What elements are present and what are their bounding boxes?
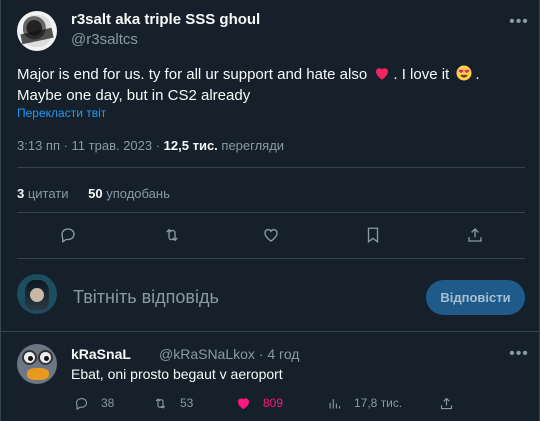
tweet-actions <box>1 222 540 248</box>
bookmark-icon[interactable] <box>361 222 385 248</box>
quotes-label: цитати <box>24 186 69 201</box>
comment-reply-button[interactable]: 38 <box>74 394 114 412</box>
comment-text: Ebat, oni prosto begaut v aeroport <box>71 366 283 382</box>
tweet-text-part: . I love it <box>393 66 454 83</box>
retweet-icon[interactable] <box>160 222 184 248</box>
comment-retweet-count: 53 <box>180 396 194 410</box>
tweet-stats: 3 цитати 50 уподобань <box>17 186 186 201</box>
views-label: перегляди <box>217 138 285 153</box>
tweet-timestamp[interactable]: 3:13 пп · 11 трав. 2023 · <box>17 138 164 153</box>
reply-icon <box>75 397 88 410</box>
commenter-handle-time[interactable]: @kRaSNaLkox · 4 год <box>159 346 299 362</box>
quotes-stat[interactable]: 3 цитати <box>17 186 69 201</box>
red-heart-emoji-icon <box>376 68 389 80</box>
author-handle[interactable]: @r3saltcs <box>71 31 138 48</box>
more-icon[interactable]: ••• <box>509 344 529 364</box>
comment-views-count: 17,8 тис. <box>354 396 403 410</box>
share-icon[interactable] <box>463 222 487 248</box>
current-user-avatar[interactable] <box>17 274 57 314</box>
likes-label: уподобань <box>102 186 170 201</box>
comment-reply-count: 38 <box>101 396 115 410</box>
likes-count: 50 <box>88 186 103 201</box>
comment-like-count: 809 <box>263 396 284 410</box>
comment-retweet-button[interactable]: 53 <box>153 394 193 412</box>
comment-share-button[interactable] <box>439 394 466 412</box>
like-icon <box>237 398 250 409</box>
comment-like-button[interactable]: 809 <box>236 394 283 412</box>
views-icon <box>329 398 341 408</box>
author-avatar[interactable] <box>17 11 57 51</box>
tweet-meta: 3:13 пп · 11 трав. 2023 · 12,5 тис. пере… <box>17 138 284 153</box>
comment-actions: 38 53 809 17,8 тис. <box>1 394 540 412</box>
like-icon[interactable] <box>259 222 283 248</box>
divider <box>1 331 540 332</box>
heart-eyes-emoji-icon <box>456 65 472 81</box>
translate-tweet-link[interactable]: Перекласти твіт <box>17 106 106 120</box>
tweet-text: Major is end for us. ty for all ur suppo… <box>17 64 517 106</box>
views-count: 12,5 тис. <box>163 138 218 153</box>
commenter-name[interactable]: kRaSnaL <box>71 346 131 362</box>
author-name[interactable]: r3salt aka triple SSS ghoul <box>71 11 260 28</box>
commenter-avatar[interactable] <box>17 344 57 384</box>
share-icon <box>440 397 453 409</box>
retweet-icon <box>155 397 166 409</box>
comment-views-button[interactable]: 17,8 тис. <box>327 394 402 412</box>
tweet-detail-panel: r3salt aka triple SSS ghoul @r3saltcs ••… <box>0 0 540 421</box>
reply-button[interactable]: Відповісти <box>426 280 525 315</box>
likes-stat[interactable]: 50 уподобань <box>88 186 170 201</box>
divider <box>17 167 525 168</box>
reply-icon[interactable] <box>56 222 80 248</box>
reply-input[interactable]: Твітніть відповідь <box>73 287 219 308</box>
more-icon[interactable]: ••• <box>509 12 529 32</box>
divider <box>17 212 525 213</box>
divider <box>17 258 525 259</box>
tweet-text-part: Major is end for us. ty for all ur suppo… <box>17 66 372 83</box>
